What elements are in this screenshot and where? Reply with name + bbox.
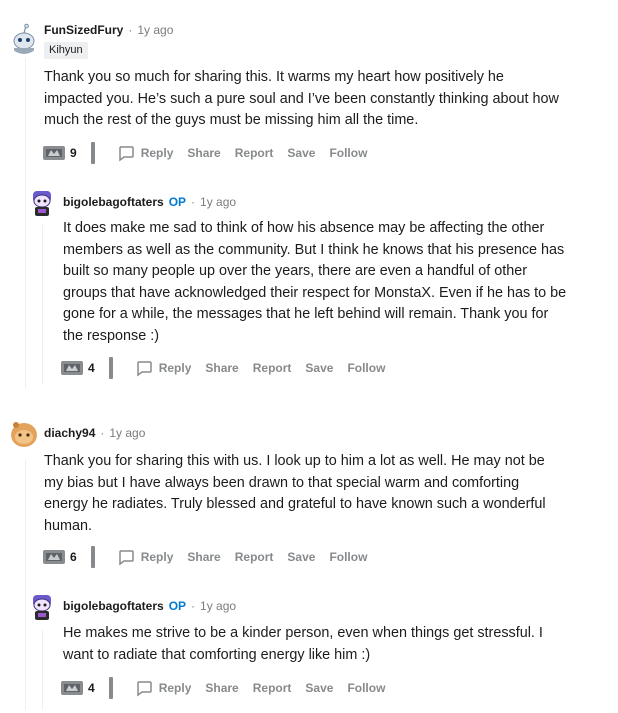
thread-line[interactable] xyxy=(42,225,43,385)
username[interactable]: bigolebagoftaters xyxy=(63,599,164,613)
thread-line[interactable] xyxy=(25,58,26,388)
comment-line: want to radiate that comforting energy l… xyxy=(63,646,371,663)
comment-line: much the rest of the guys must be missin… xyxy=(44,112,419,129)
save-button[interactable]: Save xyxy=(305,681,333,695)
timestamp[interactable]: 1y ago xyxy=(200,195,236,209)
share-button[interactable]: Share xyxy=(187,146,220,160)
comment-body: Thank you so much for sharing this. It w… xyxy=(44,67,559,132)
vote-count: 4 xyxy=(88,361,95,375)
thread-line[interactable] xyxy=(42,630,43,710)
award-icon[interactable] xyxy=(42,548,66,566)
comment-line: the response :) xyxy=(63,327,159,344)
comment-actions: 4 Reply Share Report Save Follow xyxy=(60,676,399,700)
comment-line: built so many people up over the years, … xyxy=(63,263,527,280)
reply-label: Reply xyxy=(140,146,174,160)
comment-header: bigolebagoftaters OP · 1y ago xyxy=(63,195,236,209)
award-icon[interactable] xyxy=(60,679,84,697)
report-button[interactable]: Report xyxy=(235,550,274,564)
comment-line: It does make me sad to think of how his … xyxy=(63,220,545,236)
timestamp[interactable]: 1y ago xyxy=(200,599,236,613)
reply-button[interactable]: Reply xyxy=(117,548,174,566)
reply-label: Reply xyxy=(140,550,174,564)
vote-bar[interactable] xyxy=(108,677,113,699)
op-badge: OP xyxy=(168,195,187,209)
comment-line: gone for a while, the messages that he l… xyxy=(63,306,549,323)
username[interactable]: bigolebagoftaters xyxy=(63,195,164,209)
comment-body: It does make me sad to think of how his … xyxy=(63,218,566,348)
follow-button[interactable]: Follow xyxy=(329,550,367,564)
reply-button[interactable]: Reply xyxy=(117,144,174,162)
reply-bubble-icon xyxy=(117,548,135,566)
avatar[interactable] xyxy=(8,418,40,450)
comment-body: Thank you for sharing this with us. I lo… xyxy=(44,451,546,537)
avatar[interactable] xyxy=(26,589,58,621)
comment-line: He makes me strive to be a kinder person… xyxy=(63,625,543,641)
separator-dot: · xyxy=(191,599,196,613)
share-button[interactable]: Share xyxy=(205,681,238,695)
reply-bubble-icon xyxy=(117,144,135,162)
timestamp[interactable]: 1y ago xyxy=(109,426,145,440)
comment-header: FunSizedFury · 1y ago xyxy=(44,23,173,37)
report-button[interactable]: Report xyxy=(253,681,292,695)
vote-count: 4 xyxy=(88,681,95,695)
vote-bar[interactable] xyxy=(90,142,95,164)
username[interactable]: FunSizedFury xyxy=(44,23,123,37)
comment-body: He makes me strive to be a kinder person… xyxy=(63,623,543,666)
award-icon[interactable] xyxy=(42,144,66,162)
username[interactable]: diachy94 xyxy=(44,426,95,440)
avatar[interactable] xyxy=(26,185,58,217)
thread-line[interactable] xyxy=(25,460,26,710)
comment-line: energy he radiates. Truly blessed and gr… xyxy=(44,496,546,513)
follow-button[interactable]: Follow xyxy=(329,146,367,160)
reply-button[interactable]: Reply xyxy=(135,679,192,697)
reply-button[interactable]: Reply xyxy=(135,359,192,377)
comment-line: my bias but I have always been drawn to … xyxy=(44,474,520,491)
comment-line: impacted you. He’s such a pure soul and … xyxy=(44,90,559,107)
vote-count: 6 xyxy=(70,550,77,564)
reply-label: Reply xyxy=(158,361,192,375)
op-badge: OP xyxy=(168,599,187,613)
vote-bar[interactable] xyxy=(90,546,95,568)
comment-actions: 9 Reply Share Report Save Follow xyxy=(42,141,381,165)
save-button[interactable]: Save xyxy=(287,146,315,160)
follow-button[interactable]: Follow xyxy=(347,681,385,695)
save-button[interactable]: Save xyxy=(305,361,333,375)
vote-count: 9 xyxy=(70,146,77,160)
comment-header: diachy94 · 1y ago xyxy=(44,426,145,440)
save-button[interactable]: Save xyxy=(287,550,315,564)
comment-line: Thank you so much for sharing this. It w… xyxy=(44,69,504,85)
comment-line: groups that have acknowledged their resp… xyxy=(63,284,567,301)
separator-dot: · xyxy=(191,195,196,209)
report-button[interactable]: Report xyxy=(235,146,274,160)
avatar[interactable] xyxy=(8,22,40,54)
separator-dot: · xyxy=(128,23,133,37)
comment-actions: 6 Reply Share Report Save Follow xyxy=(42,545,381,569)
award-icon[interactable] xyxy=(60,359,84,377)
comment-line: human. xyxy=(44,517,92,534)
comment-actions: 4 Reply Share Report Save Follow xyxy=(60,356,399,380)
reply-bubble-icon xyxy=(135,679,153,697)
comment-line: Thank you for sharing this with us. I lo… xyxy=(44,453,545,469)
timestamp[interactable]: 1y ago xyxy=(137,23,173,37)
reply-label: Reply xyxy=(158,681,192,695)
vote-bar[interactable] xyxy=(108,357,113,379)
follow-button[interactable]: Follow xyxy=(347,361,385,375)
report-button[interactable]: Report xyxy=(253,361,292,375)
reply-bubble-icon xyxy=(135,359,153,377)
comment-header: bigolebagoftaters OP · 1y ago xyxy=(63,599,236,613)
share-button[interactable]: Share xyxy=(187,550,220,564)
comment-line: members as well as the community. But I … xyxy=(63,241,565,258)
user-flair: Kihyun xyxy=(44,42,88,59)
share-button[interactable]: Share xyxy=(205,361,238,375)
separator-dot: · xyxy=(100,426,105,440)
